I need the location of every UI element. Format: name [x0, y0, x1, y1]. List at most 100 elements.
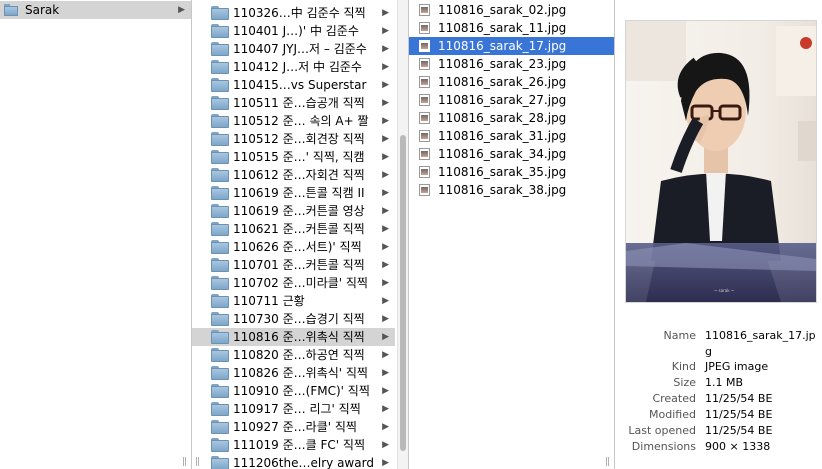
- folder-label: 110711 근황: [233, 294, 305, 308]
- folder-row[interactable]: 110326…中 김준수 직찍 ▶: [192, 4, 395, 22]
- folder-row[interactable]: 110730 준…습경기 직찍 ▶: [192, 310, 395, 328]
- folder-label: 111019 준…클 FC' 직찍: [233, 438, 365, 452]
- folder-row[interactable]: 111206the…elry award ▶: [192, 454, 395, 469]
- folder-row[interactable]: 110512 준… 속의 A+ 짤 ▶: [192, 112, 395, 130]
- info-modified-value: 11/25/54 BE: [705, 408, 773, 421]
- folder-icon: [211, 384, 229, 398]
- folder-icon: [211, 78, 229, 92]
- folder-label: 110612 준…자회견 직찍: [233, 168, 365, 182]
- info-dimensions-value: 900 × 1338: [705, 440, 771, 453]
- folder-row[interactable]: 110515 준…' 직찍, 직캠 ▶: [192, 148, 395, 166]
- folder-row[interactable]: 110701 준…커튼콜 직찍 ▶: [192, 256, 395, 274]
- disclosure-arrow-icon: ▶: [382, 278, 389, 288]
- folder-icon: [211, 222, 229, 236]
- folder-row[interactable]: 110511 준…습공개 직찍 ▶: [192, 94, 395, 112]
- folder-label: 110702 준…미라클' 직찍: [233, 276, 368, 290]
- file-label: 110816_sarak_38.jpg: [438, 183, 567, 197]
- folder-row[interactable]: 110619 준…커튼콜 영상 ▶: [192, 202, 395, 220]
- file-row[interactable]: 110816_sarak_38.jpg: [409, 181, 614, 199]
- folder-icon: [211, 60, 229, 74]
- info-kind-value: JPEG image: [705, 360, 769, 373]
- disclosure-arrow-icon: ▶: [178, 5, 185, 15]
- jpeg-file-icon: [419, 22, 430, 34]
- file-row[interactable]: 110816_sarak_11.jpg: [409, 19, 614, 37]
- folder-row[interactable]: 110816 준…위촉식 직찍 ▶: [192, 328, 395, 346]
- folder-row[interactable]: 110711 근황 ▶: [192, 292, 395, 310]
- file-label: 110816_sarak_27.jpg: [438, 93, 567, 107]
- folder-column-scrollbar[interactable]: [397, 0, 408, 469]
- jpeg-file-icon: [419, 58, 430, 70]
- folder-row[interactable]: 110910 준…(FMC)' 직찍 ▶: [192, 382, 395, 400]
- info-name-key: Name: [663, 329, 696, 342]
- jpeg-file-icon: [419, 4, 430, 16]
- info-created-key: Created: [652, 392, 696, 405]
- folder-icon: [211, 186, 229, 200]
- file-label: 110816_sarak_35.jpg: [438, 165, 567, 179]
- folder-label: 110730 준…습경기 직찍: [233, 312, 365, 326]
- folder-row[interactable]: 110512 준…회견장 직찍 ▶: [192, 130, 395, 148]
- folder-row[interactable]: 110626 준…서트)' 직찍 ▶: [192, 238, 395, 256]
- folder-row[interactable]: 110619 준…튼콜 직캠 II ▶: [192, 184, 395, 202]
- disclosure-arrow-icon: ▶: [382, 350, 389, 360]
- folder-label: 110820 준…하공연 직찍: [233, 348, 365, 362]
- column-folders: || || 110326…中 김준수 직찍▶110401 J…)' 中 김준수▶…: [192, 0, 409, 469]
- disclosure-arrow-icon: ▶: [382, 368, 389, 378]
- info-name-value: 110816_sarak_17.jpg: [705, 329, 816, 358]
- folder-row-sarak[interactable]: Sarak ▶: [0, 1, 191, 19]
- file-row[interactable]: 110816_sarak_17.jpg: [409, 37, 614, 55]
- disclosure-arrow-icon: ▶: [382, 80, 389, 90]
- scrollbar-thumb[interactable]: [400, 135, 406, 451]
- info-dimensions-key: Dimensions: [631, 440, 696, 453]
- folder-icon: [211, 240, 229, 254]
- folder-label: 110412 J…저 中 김준수: [233, 60, 362, 74]
- folder-icon: [211, 456, 229, 469]
- folder-label: 110619 준…튼콜 직캠 II: [233, 186, 365, 200]
- disclosure-arrow-icon: ▶: [382, 98, 389, 108]
- jpeg-file-icon: [419, 40, 430, 52]
- folder-row[interactable]: 110415…vs Superstar ▶: [192, 76, 395, 94]
- column-resize-handle[interactable]: ||: [182, 457, 187, 467]
- disclosure-arrow-icon: ▶: [382, 314, 389, 324]
- file-label: 110816_sarak_31.jpg: [438, 129, 567, 143]
- folder-row[interactable]: 110917 준… 리그' 직찍 ▶: [192, 400, 395, 418]
- folder-row[interactable]: 111019 준…클 FC' 직찍 ▶: [192, 436, 395, 454]
- file-row[interactable]: 110816_sarak_23.jpg: [409, 55, 614, 73]
- disclosure-arrow-icon: ▶: [382, 422, 389, 432]
- folder-row[interactable]: 110621 준…커튼콜 직찍 ▶: [192, 220, 395, 238]
- file-row[interactable]: 110816_sarak_34.jpg: [409, 145, 614, 163]
- disclosure-arrow-icon: ▶: [382, 116, 389, 126]
- file-row[interactable]: 110816_sarak_26.jpg: [409, 73, 614, 91]
- svg-text:~ sarak ~: ~ sarak ~: [714, 288, 734, 293]
- folder-row[interactable]: 110702 준…미라클' 직찍 ▶: [192, 274, 395, 292]
- file-row[interactable]: 110816_sarak_35.jpg: [409, 163, 614, 181]
- file-label: 110816_sarak_11.jpg: [438, 21, 567, 35]
- folder-row[interactable]: 110927 준…라클' 직찍 ▶: [192, 418, 395, 436]
- preview-photo: ~ sarak ~: [626, 21, 816, 302]
- folder-icon: [211, 276, 229, 290]
- folder-icon: [211, 24, 229, 38]
- column-resize-handle[interactable]: ||: [605, 457, 610, 467]
- info-last-opened-key: Last opened: [628, 424, 696, 437]
- file-row[interactable]: 110816_sarak_02.jpg: [409, 1, 614, 19]
- folder-row[interactable]: 110401 J…)' 中 김준수 ▶: [192, 22, 395, 40]
- folder-label: 110512 준… 속의 A+ 짤: [233, 114, 369, 128]
- folder-row[interactable]: 110826 준…위촉식' 직찍 ▶: [192, 364, 395, 382]
- folder-icon: [211, 330, 229, 344]
- folder-row[interactable]: 110820 준…하공연 직찍 ▶: [192, 346, 395, 364]
- folder-row[interactable]: 110407 JYJ…저 – 김준수 ▶: [192, 40, 395, 58]
- folder-label: 110515 준…' 직찍, 직캠: [233, 150, 365, 164]
- disclosure-arrow-icon: ▶: [382, 224, 389, 234]
- file-row[interactable]: 110816_sarak_31.jpg: [409, 127, 614, 145]
- folder-row[interactable]: 110412 J…저 中 김준수 ▶: [192, 58, 395, 76]
- disclosure-arrow-icon: ▶: [382, 242, 389, 252]
- folder-icon: [211, 150, 229, 164]
- file-label: 110816_sarak_28.jpg: [438, 111, 567, 125]
- column-files: || 110816_sarak_02.jpg 110816_sarak_11.jp…: [409, 0, 615, 469]
- folder-row[interactable]: 110612 준…자회견 직찍 ▶: [192, 166, 395, 184]
- file-row[interactable]: 110816_sarak_27.jpg: [409, 91, 614, 109]
- folder-label: 110407 JYJ…저 – 김준수: [233, 42, 367, 56]
- folder-icon: [211, 132, 229, 146]
- disclosure-arrow-icon: ▶: [382, 332, 389, 342]
- disclosure-arrow-icon: ▶: [382, 458, 389, 468]
- file-row[interactable]: 110816_sarak_28.jpg: [409, 109, 614, 127]
